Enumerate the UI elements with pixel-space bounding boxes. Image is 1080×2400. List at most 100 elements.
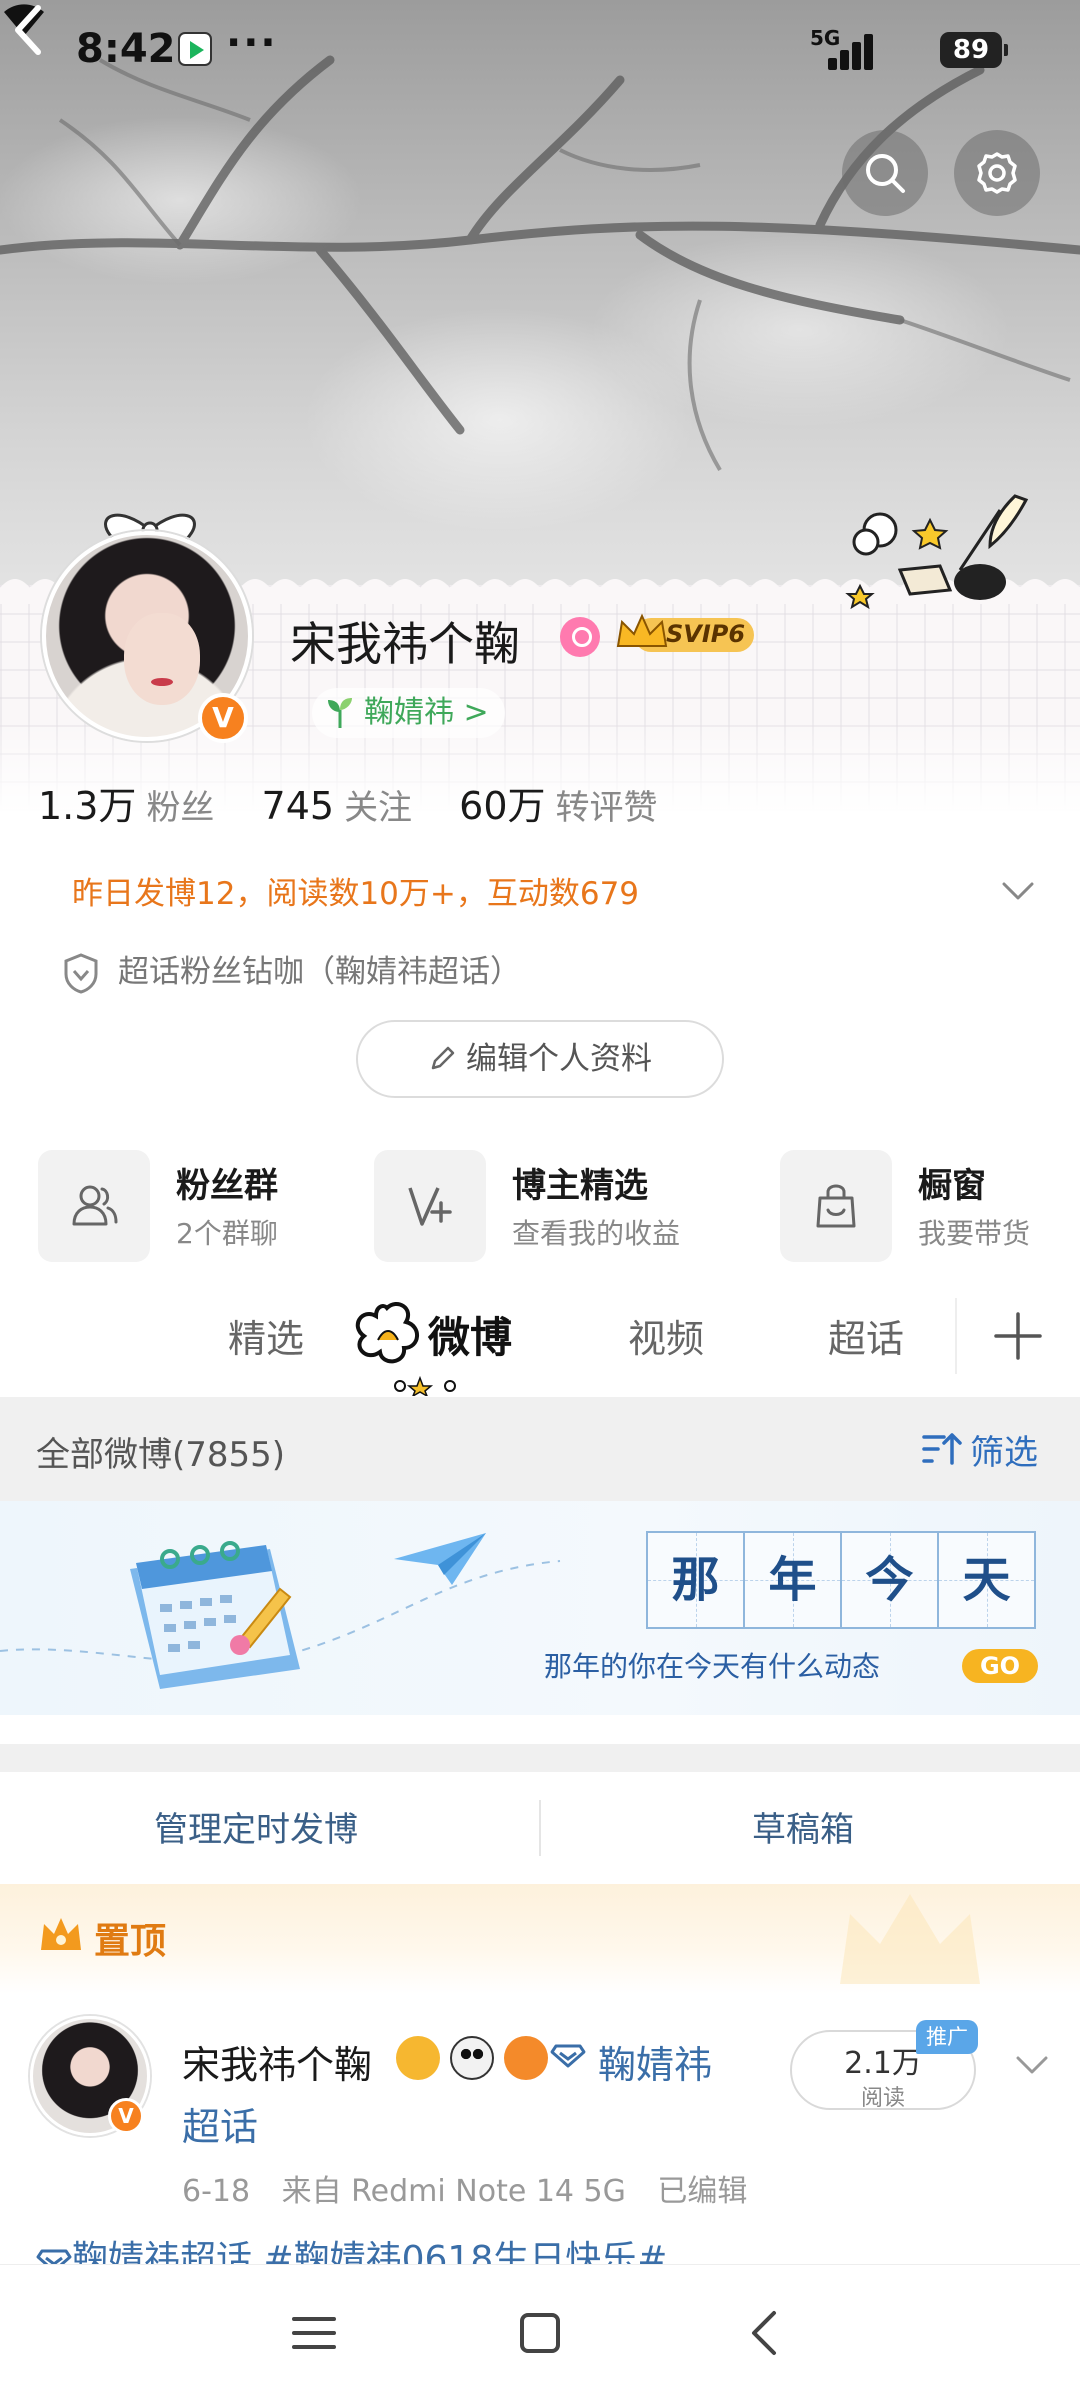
profile-avatar[interactable]: V (30, 505, 270, 745)
paper-plane-icon (394, 1533, 486, 1585)
shortcut-fan-group[interactable]: 粉丝群 2个群聊 (38, 1150, 338, 1262)
sprout-icon (328, 698, 352, 728)
panda-emoji-icon (450, 2036, 494, 2080)
stat-followers[interactable]: 1.3万 粉丝 (38, 775, 214, 830)
post-meta: 6-18 来自 Redmi Note 14 5G 已编辑 (182, 2166, 769, 2210)
filter-icon (922, 1433, 962, 1465)
title-char: 天 (937, 1531, 1036, 1629)
sparkle-decoration (394, 1376, 456, 1396)
title-char: 那 (646, 1531, 745, 1629)
manage-divider (539, 1800, 541, 1856)
post-count: 全部微博(7855) (36, 1435, 286, 1475)
fish-emoji-icon (504, 2036, 548, 2080)
stat-label: 关注 (344, 788, 413, 828)
post-topic-suffix[interactable]: 超话 (182, 2096, 258, 2151)
settings-button[interactable] (954, 130, 1040, 216)
fan-level-label: 超话粉丝钻咖（鞠婧祎超话） (118, 954, 521, 990)
shield-icon (64, 953, 98, 994)
svip-badge[interactable]: SVIP6 (614, 612, 756, 658)
filter-label: 筛选 (970, 1433, 1038, 1473)
memories-title-grid: 那 年 今 天 (646, 1531, 1036, 1629)
flower-tab-icon (355, 1302, 419, 1364)
shortcut-title: 橱窗 (918, 1166, 986, 1206)
search-icon (866, 154, 905, 193)
title-char-text: 今 (865, 1552, 914, 1608)
avatar-lips (151, 678, 173, 686)
pinned-post[interactable]: V 宋我祎个鞠 鞠婧祎 超话 2.1万 阅读 推广 6-18 来自 Redmi … (0, 1994, 1080, 2264)
stat-interactions[interactable]: 60万 转评赞 (459, 775, 657, 830)
fan-level-tag[interactable]: 超话粉丝钻咖（鞠婧祎超话） (62, 950, 521, 994)
calendar-icon (130, 1541, 300, 1689)
tab-video[interactable]: 视频 (628, 1308, 704, 1363)
chevron-down-icon[interactable] (1014, 2046, 1050, 2082)
daily-summary[interactable]: 昨日发博12，阅读数10万+，互动数679 (72, 868, 639, 913)
shortcut-blogger-picks[interactable]: 博主精选 查看我的收益 (374, 1150, 734, 1262)
search-button[interactable] (842, 130, 928, 216)
crown-watermark-icon (840, 1894, 980, 1984)
verified-badge-icon: V (198, 693, 248, 743)
chaohua-link-label: 鞠婧祎 > (364, 695, 489, 730)
back-nav-icon[interactable] (738, 2305, 794, 2361)
tab-weibo[interactable]: 微博 (428, 1304, 512, 1365)
post-topic-label: 鞠婧祎 (598, 2043, 713, 2087)
shortcut-showcase[interactable]: 橱窗 我要带货 (780, 1150, 1060, 1262)
chaohua-link[interactable]: 鞠婧祎 > (312, 688, 505, 738)
stat-label: 转评赞 (555, 788, 658, 828)
shortcut-title: 粉丝群 (176, 1166, 278, 1206)
home-square-icon[interactable] (512, 2305, 568, 2361)
gear-icon (977, 152, 1017, 194)
shopping-bag-icon-graphic (816, 1184, 856, 1228)
stat-following[interactable]: 745 关注 (262, 780, 413, 829)
v-plus-icon-graphic (408, 1187, 452, 1226)
stat-label: 粉丝 (146, 788, 215, 828)
pinned-header: 置顶 (0, 1884, 1080, 1994)
memories-banner[interactable]: 那 年 今 天 那年的你在今天有什么动态 GO (0, 1501, 1080, 1715)
title-char: 今 (840, 1531, 939, 1629)
v-plus-icon (374, 1150, 486, 1262)
app-notification-icon (178, 32, 212, 66)
feed-filter-bar: 全部微博(7855) 筛选 (0, 1397, 1080, 1501)
crown-emoji-icon (396, 2036, 440, 2080)
drafts-button[interactable]: 草稿箱 (752, 1802, 854, 1851)
post-author-name[interactable]: 宋我祎个鞠 (182, 2034, 372, 2089)
stat-value: 745 (261, 784, 335, 828)
read-label: 阅读 (860, 2086, 905, 2111)
profile-tabs: 精选 微博 视频 超话 (0, 1290, 1080, 1400)
profile-username: 宋我祎个鞠 (290, 617, 520, 671)
search-tag-icon[interactable] (560, 617, 600, 657)
shortcut-subtitle: 查看我的收益 (512, 1217, 681, 1250)
system-nav-bar (0, 2264, 1080, 2400)
status-time: 8:42 (76, 26, 176, 72)
pencil-icon (431, 1046, 455, 1069)
banner-subtitle: 那年的你在今天有什么动态 (544, 1650, 881, 1683)
post-date: 6-18 (182, 2174, 251, 2209)
status-bar: 8:42 ··· 5G 89 (0, 0, 1080, 100)
menu-icon[interactable] (286, 2305, 342, 2361)
post-source: 来自 Redmi Note 14 5G (281, 2174, 626, 2209)
tab-divider (955, 1298, 957, 1374)
add-tab-icon[interactable] (990, 1308, 1046, 1364)
post-text-content: 鞠婧祎超话 #鞠婧祎0618生日快乐# (72, 2239, 668, 2264)
edit-profile-button[interactable]: 编辑个人资料 (356, 1020, 724, 1098)
scheduled-posts-button[interactable]: 管理定时发博 (154, 1802, 358, 1851)
group-icon-graphic (72, 1185, 118, 1226)
chevron-down-icon[interactable] (1000, 872, 1036, 908)
decorative-sticker-icon (845, 494, 1029, 610)
avatar-face (124, 613, 200, 705)
post-topic-link[interactable]: 鞠婧祎 (550, 2034, 712, 2089)
title-char-text: 那 (671, 1552, 720, 1608)
filter-button[interactable]: 筛选 (922, 1425, 1038, 1474)
stat-value: 1.3万 (38, 784, 137, 828)
title-char: 年 (743, 1531, 842, 1629)
title-char-text: 天 (962, 1552, 1011, 1608)
promote-badge[interactable]: 推广 (916, 2020, 978, 2054)
shopping-bag-icon (780, 1150, 892, 1262)
stat-value: 60万 (459, 784, 546, 828)
pinned-label: 置顶 (94, 1921, 167, 1962)
tab-chaohua[interactable]: 超话 (828, 1308, 904, 1363)
post-text[interactable]: 鞠婧祎超话 #鞠婧祎0618生日快乐# (36, 2230, 667, 2264)
back-arrow-icon[interactable] (0, 0, 60, 60)
tab-featured[interactable]: 精选 (228, 1308, 304, 1363)
banner-go-button[interactable]: GO (962, 1649, 1038, 1683)
profile-stats: 1.3万 粉丝 745 关注 60万 转评赞 (38, 775, 700, 828)
